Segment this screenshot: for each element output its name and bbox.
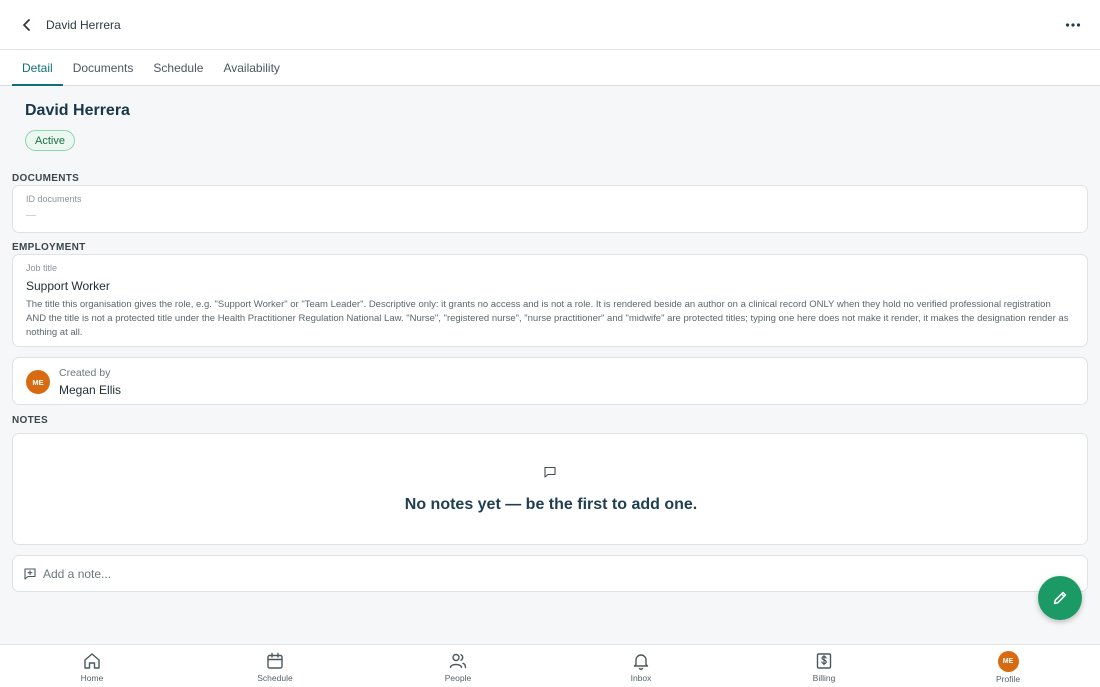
tab-bar: Detail Documents Schedule Availability [0,50,1100,86]
nav-schedule[interactable]: Schedule [235,645,315,687]
nav-billing[interactable]: Billing [784,645,864,687]
comment-icon [544,466,556,478]
created-by-name: Megan Ellis [59,383,122,397]
employment-card[interactable]: Job title Support Worker The title this … [12,254,1088,347]
nav-inbox[interactable]: Inbox [601,645,681,687]
people-icon [449,653,467,669]
nav-billing-label: Billing [812,673,836,683]
tab-detail[interactable]: Detail [12,50,63,86]
nav-schedule-label: Schedule [257,673,293,683]
nav-people[interactable]: People [418,645,498,687]
nav-inbox-label: Inbox [630,673,652,683]
more-options-button[interactable] [1060,12,1086,38]
home-icon [84,653,100,669]
bottom-navigation: Home Schedule People Inbox Billing ME Pr… [0,644,1100,687]
person-name: David Herrera [25,102,130,119]
avatar: ME [26,370,50,394]
billing-icon [816,653,832,669]
nav-people-label: People [444,673,472,683]
notes-section-label: NOTES [12,415,48,426]
job-title-label: Job title [26,263,58,273]
calendar-icon [267,652,283,669]
tab-schedule[interactable]: Schedule [143,50,213,85]
tab-documents[interactable]: Documents [63,50,144,85]
add-comment-icon [24,568,36,580]
profile-avatar: ME [997,651,1019,672]
nav-home[interactable]: Home [52,645,132,687]
edit-fab-button[interactable] [1038,576,1082,620]
header-title: David Herrera [46,17,121,32]
back-button[interactable] [14,12,40,38]
chevron-left-icon [23,18,30,31]
id-documents-value: — [26,210,36,221]
nav-profile-label: Profile [995,674,1021,684]
top-bar: David Herrera [0,0,1100,50]
notes-empty-message: No notes yet — be the first to add one. [404,496,698,513]
status-badge: Active [25,130,75,151]
tab-availability[interactable]: Availability [213,50,289,85]
notes-empty-card: No notes yet — be the first to add one. [12,433,1088,545]
add-note-input[interactable]: Add a note... [12,555,1088,592]
documents-section-label: DOCUMENTS [12,173,80,184]
pencil-icon [1053,591,1067,605]
created-by-card: ME Created by Megan Ellis [12,357,1088,405]
more-horizontal-icon [1065,23,1081,27]
add-note-placeholder: Add a note... [43,567,112,581]
created-by-label: Created by [59,367,111,379]
job-title-value: Support Worker [26,279,110,293]
nav-home-label: Home [80,673,104,683]
id-documents-label: ID documents [26,194,82,204]
bell-icon [633,654,649,670]
employment-section-label: EMPLOYMENT [12,242,86,253]
nav-profile[interactable]: ME Profile [968,645,1048,687]
job-title-help-text: The title this organisation gives the ro… [26,299,1069,338]
documents-card[interactable]: ID documents — [12,185,1088,233]
